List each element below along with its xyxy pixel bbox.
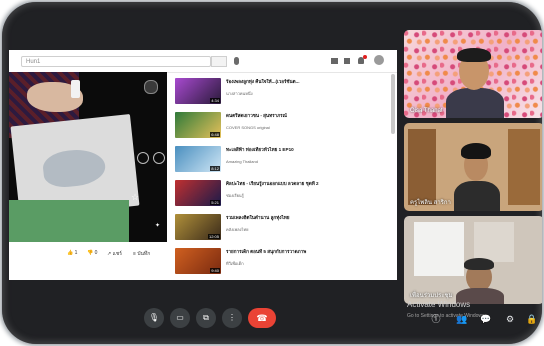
avatar[interactable] <box>374 55 384 65</box>
video-player[interactable]: ☆ ✦ <box>9 72 167 242</box>
like-button[interactable]: 👍 1 <box>67 250 77 256</box>
present-icon: ⧉ <box>203 313 209 322</box>
scrollbar[interactable] <box>391 74 395 134</box>
video-thumbnail[interactable]: 9:40 <box>175 248 221 274</box>
participant-name: เพื่อนร่วมประชุม <box>410 293 453 299</box>
video-meta: Amazing Thailand <box>226 159 258 164</box>
recommendations-list: 4:34 ร้องเพลงลูกทุ่ง คืนใจให้...(เวอร์ชัน… <box>175 78 397 278</box>
list-item[interactable]: 12:05 รวมเพลงฮิตในตำนาน ลูกทุ่งไทยคลังเพล… <box>175 214 397 242</box>
video-thumbnail[interactable]: 4:34 <box>175 78 221 104</box>
video-meta: ทีวีเพื่อเด็ก <box>226 261 244 266</box>
video-thumbnail[interactable]: 6:48 <box>175 112 221 138</box>
video-thumbnail[interactable]: 12:05 <box>175 214 221 240</box>
video-frame-desk <box>9 200 129 242</box>
meet-window: Hun1 ☆ ✦ 👍 1 👎 0 ↗ แชร์ ≡ บันทึก 4:34 ร้… <box>2 2 542 344</box>
shared-screen: Hun1 ☆ ✦ 👍 1 👎 0 ↗ แชร์ ≡ บันทึก 4:34 ร้… <box>9 50 397 280</box>
list-item[interactable]: 8:12 ทะเลสีฟ้า ท่องเที่ยวทั่วไทย 1 EP10 Am… <box>175 146 397 174</box>
next-icon[interactable] <box>153 152 165 164</box>
more-icon: ⋮ <box>228 313 236 322</box>
video-frame-bottle <box>71 80 80 98</box>
participant-tile[interactable]: Oisa Thanat <box>404 30 542 118</box>
list-item[interactable]: 4:34 ร้องเพลงลูกทุ่ง คืนใจให้...(เวอร์ชัน… <box>175 78 397 106</box>
camera-button[interactable]: ▭ <box>170 308 190 328</box>
mic-icon[interactable] <box>234 57 239 65</box>
mic-button[interactable]: 🎙 <box>144 308 164 328</box>
duration-badge: 6:48 <box>210 132 220 137</box>
participant-tile[interactable]: เพื่อนร่วมประชุม <box>404 216 542 304</box>
duration-badge: 8:12 <box>210 166 220 171</box>
participant-name: ครูไพลิน สาริกา <box>410 200 451 206</box>
video-title[interactable]: ทะเลสีฟ้า ท่องเที่ยวทั่วไทย 1 EP10 <box>226 147 336 153</box>
present-button[interactable]: ⧉ <box>196 308 216 328</box>
search-input[interactable]: Hun1 <box>21 56 211 67</box>
activities-icon[interactable]: ⚙ <box>504 313 516 325</box>
mic-icon: 🎙 <box>148 313 160 322</box>
video-title[interactable]: รวมเพลงฮิตในตำนาน ลูกทุ่งไทย <box>226 215 336 221</box>
video-title[interactable]: รายการเด็ก ตอนที่ 5 สนุกกับการวาดภาพ <box>226 249 336 255</box>
channel-logo <box>144 80 158 94</box>
duration-badge: 12:05 <box>207 234 220 239</box>
info-icon[interactable]: ⓘ <box>430 313 442 325</box>
phone-icon: ☎ <box>256 313 268 323</box>
duration-badge: 4:34 <box>210 98 220 103</box>
youtube-topbar: Hun1 <box>9 50 397 73</box>
list-item[interactable]: 5:21 ศิลปะไทย - เรียนรู้งานออกแบบ ลวดลาย … <box>175 180 397 208</box>
video-meta: นางสาวคนหนึ่ง <box>226 91 253 96</box>
apps-icon[interactable] <box>344 58 350 64</box>
activate-windows-title: Activate Windows <box>407 300 471 309</box>
duration-badge: 9:40 <box>210 268 220 273</box>
create-icon[interactable] <box>331 58 338 64</box>
more-button[interactable]: ⋮ <box>222 308 242 328</box>
dislike-button[interactable]: 👎 0 <box>87 250 97 256</box>
save-button[interactable]: ≡ บันทึก <box>133 250 150 258</box>
participant-name: Oisa Thanat <box>410 108 443 114</box>
camera-icon: ▭ <box>176 313 184 322</box>
lock-icon[interactable]: 🔒 <box>526 313 538 325</box>
participant-tile[interactable]: ครูไพลิน สาริกา <box>404 123 542 211</box>
video-title[interactable]: ร้องเพลงลูกทุ่ง คืนใจให้...(เวอร์ชันต... <box>226 79 336 85</box>
video-thumbnail[interactable]: 8:12 <box>175 146 221 172</box>
list-item[interactable]: 9:40 รายการเด็ก ตอนที่ 5 สนุกกับการวาดภาพ… <box>175 248 397 276</box>
search-icon[interactable] <box>211 56 227 67</box>
list-item[interactable]: 6:48 ดนตรีสดเยาวชน - สุนทราภรณ์ COVER SONG… <box>175 112 397 140</box>
video-title[interactable]: ดนตรีสดเยาวชน - สุนทราภรณ์ <box>226 113 336 119</box>
prev-icon[interactable] <box>137 152 149 164</box>
share-button[interactable]: ↗ แชร์ <box>107 250 122 258</box>
video-meta: คลังเพลงไทย <box>226 227 249 232</box>
star-icon: ☆ <box>131 192 140 202</box>
video-title[interactable]: ศิลปะไทย - เรียนรู้งานออกแบบ ลวดลาย ชุดท… <box>226 181 336 187</box>
video-actions-bar: 👍 1 👎 0 ↗ แชร์ ≡ บันทึก <box>9 242 175 280</box>
chat-icon[interactable]: 💬 <box>480 313 492 325</box>
notification-badge <box>363 55 367 59</box>
video-thumbnail[interactable]: 5:21 <box>175 180 221 206</box>
video-meta: COVER SONGS original <box>226 125 270 130</box>
star-icon: ✦ <box>155 223 161 229</box>
video-meta: ช่องเรียนรู้ <box>226 193 244 198</box>
duration-badge: 5:21 <box>210 200 220 205</box>
activate-windows-subtitle: Go to Settings to activate Windows. <box>407 313 486 319</box>
people-icon[interactable]: 👥 <box>456 313 468 325</box>
end-call-button[interactable]: ☎ <box>248 308 276 328</box>
